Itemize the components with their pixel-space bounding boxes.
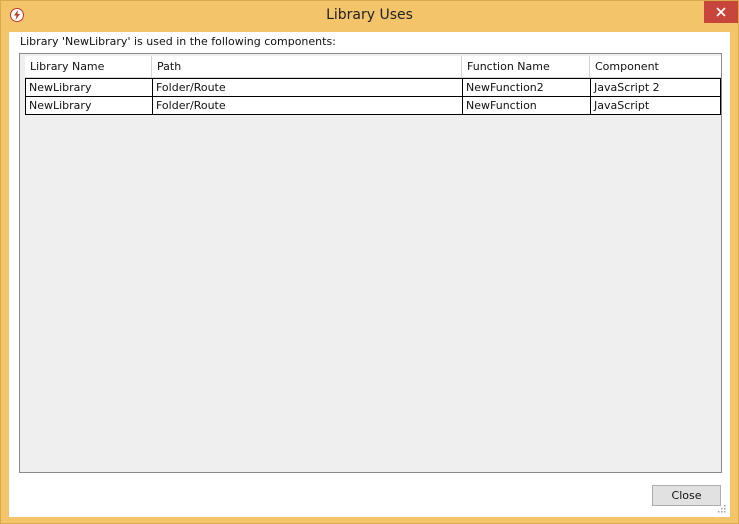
grid-header: Library Name Path Function Name Componen… (25, 56, 721, 78)
cell-path: Folder/Route (152, 97, 462, 114)
window-close-button[interactable] (704, 1, 738, 23)
cell-path: Folder/Route (152, 79, 462, 96)
close-icon (716, 7, 726, 17)
resize-grip-icon[interactable] (716, 503, 726, 513)
description-text: Library 'NewLibrary' is used in the foll… (20, 35, 336, 48)
column-header-function-name[interactable]: Function Name (462, 56, 590, 77)
column-header-component[interactable]: Component (590, 56, 721, 77)
cell-component: JavaScript 2 (590, 79, 721, 96)
cell-component: JavaScript (590, 97, 721, 114)
uses-grid[interactable]: Library Name Path Function Name Componen… (19, 53, 722, 473)
title-bar[interactable]: Library Uses (1, 1, 738, 32)
library-uses-dialog: Library Uses Library 'NewLibrary' is use… (0, 0, 739, 524)
table-row[interactable]: NewLibrary Folder/Route NewFunction Java… (25, 96, 721, 115)
table-row[interactable]: NewLibrary Folder/Route NewFunction2 Jav… (25, 78, 721, 97)
cell-library-name: NewLibrary (25, 97, 152, 114)
column-header-path[interactable]: Path (152, 56, 462, 77)
dialog-body: Library 'NewLibrary' is used in the foll… (9, 32, 730, 517)
cell-function-name: NewFunction (462, 97, 590, 114)
window-title: Library Uses (326, 7, 413, 23)
column-header-library-name[interactable]: Library Name (25, 56, 152, 77)
cell-function-name: NewFunction2 (462, 79, 590, 96)
close-button[interactable]: Close (652, 485, 721, 506)
cell-library-name: NewLibrary (25, 79, 152, 96)
